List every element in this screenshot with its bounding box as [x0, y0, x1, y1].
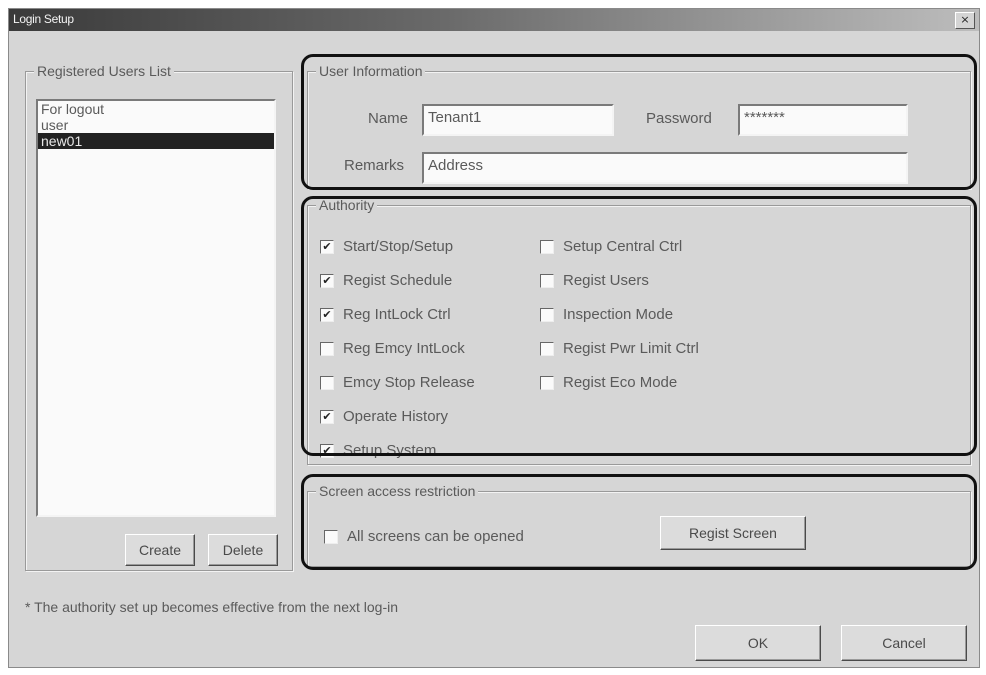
checkbox-start-stop-setup[interactable]: ✔ Start/Stop/Setup [320, 238, 453, 255]
name-label: Name [368, 110, 409, 127]
checkbox-emcy-stop-release[interactable]: Emcy Stop Release [320, 374, 475, 391]
screen-access-group: Screen access restriction All screens ca… [307, 483, 971, 567]
authority-legend: Authority [316, 197, 378, 213]
cancel-button[interactable]: Cancel [841, 625, 967, 661]
checkbox-box[interactable]: ✔ [320, 307, 334, 322]
checkbox-label: Setup Central Ctrl [563, 238, 683, 255]
ok-button[interactable]: OK [695, 625, 821, 661]
window-title: Login Setup [13, 12, 74, 26]
close-button[interactable]: × [955, 12, 975, 29]
screen-access-legend: Screen access restriction [316, 483, 479, 499]
title-bar[interactable]: Login Setup × [9, 9, 979, 31]
checkbox-setup-central-ctrl[interactable]: Setup Central Ctrl [540, 238, 682, 255]
checkbox-regist-schedule[interactable]: ✔ Regist Schedule [320, 272, 452, 289]
password-label: Password [646, 110, 712, 127]
checkbox-reg-intlock-ctrl[interactable]: ✔ Reg IntLock Ctrl [320, 306, 451, 323]
all-screens-checkbox[interactable]: All screens can be opened [324, 528, 524, 545]
user-list-item-new01[interactable]: new01 [38, 133, 274, 149]
name-field[interactable]: Tenant1 [422, 104, 614, 136]
checkbox-box[interactable]: ✔ [320, 443, 334, 458]
effective-note: * The authority set up becomes effective… [25, 599, 399, 615]
checkbox-label: Reg IntLock Ctrl [343, 306, 451, 323]
users-listbox[interactable]: For logout user new01 [36, 99, 276, 517]
checkbox-label: Regist Schedule [343, 272, 453, 289]
checkbox-box[interactable] [540, 341, 554, 356]
checkbox-box[interactable]: ✔ [320, 409, 334, 424]
create-button[interactable]: Create [125, 534, 195, 566]
checkbox-label: Setup System [343, 442, 437, 459]
checkbox-box[interactable] [540, 375, 554, 390]
authority-group: Authority ✔ Start/Stop/Setup ✔ Regist Sched… [307, 197, 971, 465]
checkbox-label: Operate History [343, 408, 449, 425]
checkbox-label: Reg Emcy IntLock [343, 340, 465, 357]
user-information-group: User Information Name Tenant1 Password *… [307, 63, 971, 189]
checkbox-operate-history[interactable]: ✔ Operate History [320, 408, 448, 425]
checkbox-box[interactable]: ✔ [320, 239, 334, 254]
checkbox-regist-eco-mode[interactable]: Regist Eco Mode [540, 374, 677, 391]
checkbox-box[interactable] [540, 307, 554, 322]
login-setup-dialog: Login Setup × Registered Users List For … [8, 8, 980, 668]
checkbox-label: Inspection Mode [563, 306, 674, 323]
user-list-item-user[interactable]: user [38, 117, 274, 133]
checkbox-setup-system[interactable]: ✔ Setup System [320, 442, 436, 459]
remarks-field[interactable]: Address [422, 152, 908, 184]
checkbox-reg-emcy-intlock[interactable]: Reg Emcy IntLock [320, 340, 465, 357]
checkbox-label: Start/Stop/Setup [343, 238, 454, 255]
registered-users-group: Registered Users List For logout user ne… [25, 63, 293, 571]
checkbox-label: Emcy Stop Release [343, 374, 475, 391]
remarks-label: Remarks [344, 157, 405, 174]
checkbox-box[interactable] [324, 529, 338, 544]
checkbox-regist-users[interactable]: Regist Users [540, 272, 649, 289]
user-list-item-for-logout[interactable]: For logout [38, 101, 274, 117]
checkbox-box[interactable] [540, 273, 554, 288]
all-screens-label: All screens can be opened [347, 528, 524, 545]
registered-users-legend: Registered Users List [34, 63, 174, 79]
delete-button[interactable]: Delete [208, 534, 278, 566]
checkbox-regist-pwr-limit-ctrl[interactable]: Regist Pwr Limit Ctrl [540, 340, 699, 357]
checkbox-label: Regist Eco Mode [563, 374, 678, 391]
password-field[interactable]: ******* [738, 104, 908, 136]
checkbox-box[interactable] [540, 239, 554, 254]
checkbox-label: Regist Users [563, 272, 649, 289]
checkbox-label: Regist Pwr Limit Ctrl [563, 340, 699, 357]
checkbox-box[interactable] [320, 341, 334, 356]
user-information-legend: User Information [316, 63, 426, 79]
regist-screen-button[interactable]: Regist Screen [660, 516, 806, 550]
checkbox-inspection-mode[interactable]: Inspection Mode [540, 306, 673, 323]
checkbox-box[interactable] [320, 375, 334, 390]
checkbox-box[interactable]: ✔ [320, 273, 334, 288]
